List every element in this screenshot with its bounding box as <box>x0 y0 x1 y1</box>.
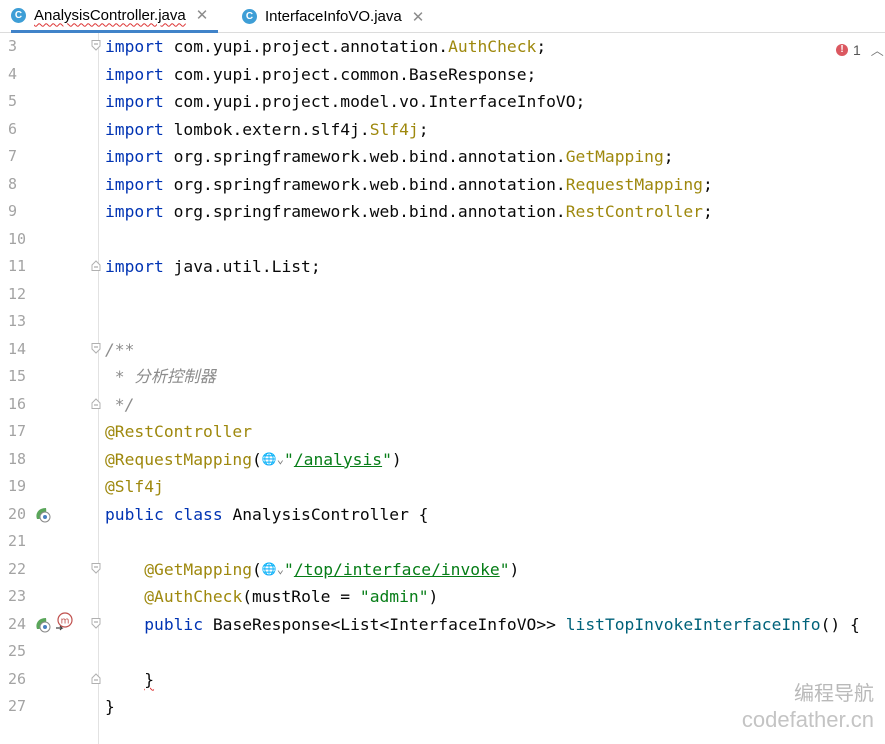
svg-text:m: m <box>61 616 70 626</box>
code-line[interactable]: 16 */ <box>0 391 885 419</box>
line-number: 21 <box>8 532 27 550</box>
tab-label: AnalysisController.java <box>34 6 186 24</box>
fold-open-icon[interactable] <box>91 342 101 354</box>
error-count: 1 <box>853 41 861 58</box>
chevron-up-icon[interactable]: ︿ <box>871 40 884 59</box>
code-text[interactable]: import com.yupi.project.model.vo.Interfa… <box>105 88 585 116</box>
line-number: 3 <box>8 37 18 55</box>
code-line[interactable]: 12 <box>0 281 885 309</box>
code-line[interactable]: 18 @RequestMapping(🌐⌄"/analysis") <box>0 446 885 474</box>
line-number: 15 <box>8 367 27 385</box>
close-icon[interactable]: ✕ <box>196 6 209 24</box>
line-number: 24 <box>8 614 27 633</box>
code-line[interactable]: 26 } <box>0 666 885 694</box>
code-text[interactable]: public BaseResponse<List<InterfaceInfoVO… <box>105 611 860 639</box>
code-text[interactable]: @AuthCheck(mustRole = "admin") <box>105 583 438 611</box>
code-line[interactable]: 8 import org.springframework.web.bind.ann… <box>0 171 885 199</box>
code-text[interactable]: import org.springframework.web.bind.anno… <box>105 143 674 171</box>
code-line[interactable]: 9 import org.springframework.web.bind.ann… <box>0 198 885 226</box>
fold-close-icon[interactable] <box>91 260 101 271</box>
line-number: 14 <box>8 339 27 358</box>
line-number: 27 <box>8 697 27 715</box>
code-line[interactable]: 7 import org.springframework.web.bind.ann… <box>0 143 885 171</box>
code-line[interactable]: 6 import lombok.extern.slf4j.Slf4j; <box>0 116 885 144</box>
fold-open-icon[interactable] <box>91 562 101 574</box>
inspection-widget[interactable]: ! 1 ︿ <box>836 40 884 59</box>
code-text[interactable]: import org.springframework.web.bind.anno… <box>105 198 713 226</box>
code-editor[interactable]: 3 import com.yupi.project.annotation.Auth… <box>0 33 885 744</box>
line-number: 23 <box>8 587 27 605</box>
tab-interface-info-vo[interactable]: C InterfaceInfoVO.java ✕ <box>242 0 424 33</box>
spring-bean-icon[interactable] <box>34 505 52 527</box>
fold-close-icon[interactable] <box>91 672 101 684</box>
line-number: 26 <box>8 669 27 688</box>
line-number: 19 <box>8 477 27 495</box>
code-text[interactable]: @GetMapping(🌐⌄"/top/interface/invoke") <box>105 556 519 584</box>
code-text[interactable]: public class AnalysisController { <box>105 501 429 529</box>
code-text[interactable]: @RequestMapping(🌐⌄"/analysis") <box>105 446 402 474</box>
code-line[interactable]: 24 m public BaseResponse<List<InterfaceIn… <box>0 611 885 639</box>
code-text[interactable]: import org.springframework.web.bind.anno… <box>105 171 713 199</box>
editor-tab-bar: C AnalysisController.java ✕ C InterfaceI… <box>0 0 885 33</box>
line-number: 18 <box>8 449 27 468</box>
code-line[interactable]: 23 @AuthCheck(mustRole = "admin") <box>0 583 885 611</box>
code-text[interactable]: import com.yupi.project.annotation.AuthC… <box>105 33 546 61</box>
request-mapping-icon[interactable]: m <box>54 611 74 636</box>
code-text[interactable]: */ <box>105 391 135 419</box>
code-text[interactable]: import com.yupi.project.common.BaseRespo… <box>105 61 536 89</box>
line-number: 10 <box>8 229 27 248</box>
code-line[interactable]: 13 <box>0 308 885 336</box>
fold-close-icon[interactable] <box>91 397 101 409</box>
class-icon: C <box>242 9 257 24</box>
line-number: 12 <box>8 284 27 303</box>
line-number: 25 <box>8 642 27 660</box>
line-number: 4 <box>8 64 18 83</box>
code-line[interactable]: 21 <box>0 528 885 556</box>
code-text[interactable]: /** <box>105 336 134 364</box>
line-number: 7 <box>8 147 18 165</box>
code-line[interactable]: 5 import com.yupi.project.model.vo.Interf… <box>0 88 885 116</box>
fold-open-icon[interactable] <box>91 40 101 51</box>
watermark-url: codefather.cn <box>741 707 874 732</box>
code-line[interactable]: 3 import com.yupi.project.annotation.Auth… <box>0 33 885 61</box>
line-number: 16 <box>8 394 27 413</box>
code-text[interactable]: } <box>105 693 115 721</box>
code-line[interactable]: 10 <box>0 226 885 254</box>
code-line[interactable]: 19 @Slf4j <box>0 473 885 501</box>
line-number: 13 <box>8 312 27 330</box>
watermark-title: 编程导航 <box>794 681 874 705</box>
code-text[interactable]: import lombok.extern.slf4j.Slf4j; <box>105 116 429 144</box>
code-text[interactable]: * 分析控制器 <box>105 363 216 391</box>
code-line[interactable]: 11 import java.util.List; <box>0 253 885 281</box>
code-line[interactable]: 25 <box>0 638 885 666</box>
line-number: 5 <box>8 92 18 110</box>
line-number: 20 <box>8 504 27 523</box>
code-text[interactable]: } <box>105 666 154 694</box>
line-number: 17 <box>8 422 27 440</box>
code-line[interactable]: 17 @RestController <box>0 418 885 446</box>
line-number: 22 <box>8 559 27 578</box>
code-text[interactable]: @Slf4j <box>105 473 164 501</box>
code-line[interactable]: 20 public class AnalysisController { <box>0 501 885 529</box>
tab-analysis-controller[interactable]: C AnalysisController.java ✕ <box>11 0 219 33</box>
code-line[interactable]: 4 import com.yupi.project.common.BaseResp… <box>0 61 885 89</box>
spring-bean-icon[interactable] <box>34 615 52 637</box>
close-icon[interactable]: ✕ <box>412 8 425 26</box>
tab-label: InterfaceInfoVO.java <box>265 8 402 25</box>
line-number: 6 <box>8 119 18 138</box>
fold-open-icon[interactable] <box>91 617 101 629</box>
code-text[interactable]: import java.util.List; <box>105 253 321 281</box>
code-text[interactable]: @RestController <box>105 418 252 446</box>
error-icon: ! <box>836 43 848 56</box>
code-line[interactable]: 14 /** <box>0 336 885 364</box>
code-line[interactable]: 22 @GetMapping(🌐⌄"/top/interface/invoke"… <box>0 556 885 584</box>
code-line[interactable]: 15 * 分析控制器 <box>0 363 885 391</box>
line-number: 8 <box>8 174 18 193</box>
line-number: 9 <box>8 202 18 220</box>
class-icon: C <box>11 7 26 23</box>
line-number: 11 <box>8 257 27 275</box>
